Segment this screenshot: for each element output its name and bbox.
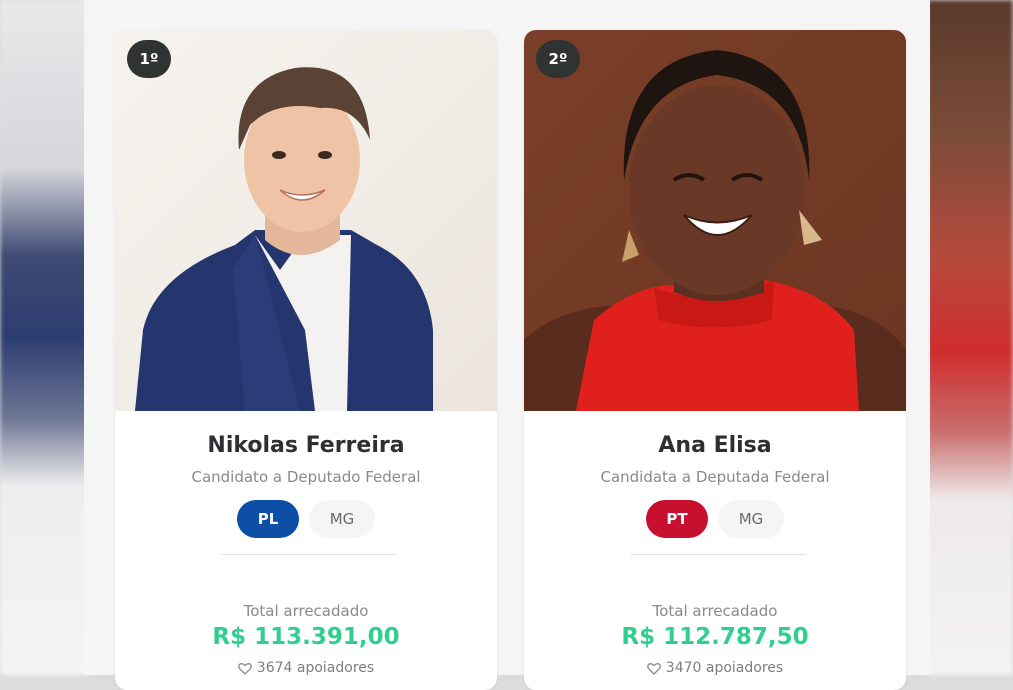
state-badge: MG	[718, 500, 784, 538]
heart-outline-icon	[646, 662, 661, 675]
divider	[630, 554, 806, 555]
blurred-background-right	[927, 0, 1013, 675]
supporters-text: 3674 apoiadores	[256, 660, 375, 676]
candidate-name: Nikolas Ferreira	[207, 433, 405, 458]
supporters-count: 3470 apoiadores	[524, 660, 906, 676]
total-raised-amount: R$ 113.391,00	[212, 624, 400, 650]
candidate-role: Candidato a Deputado Federal	[191, 468, 421, 486]
party-badge: PT	[646, 500, 708, 538]
total-raised-label: Total arrecadado	[652, 602, 778, 620]
total-raised-label: Total arrecadado	[243, 602, 369, 620]
blurred-background-left	[0, 0, 90, 675]
state-badge: MG	[309, 500, 375, 538]
total-raised-amount: R$ 112.787,50	[621, 624, 809, 650]
heart-outline-icon	[237, 662, 252, 675]
candidate-card[interactable]: 2º Ana Elisa Candidata a Deputada Federa…	[524, 30, 906, 690]
rank-badge: 1º	[127, 40, 171, 78]
candidate-name: Ana Elisa	[658, 433, 772, 458]
supporters-text: 3470 apoiadores	[665, 660, 784, 676]
rank-badge: 2º	[536, 40, 580, 78]
divider	[221, 554, 397, 555]
supporters-count: 3674 apoiadores	[115, 660, 497, 676]
candidate-photo: 2º	[524, 30, 906, 411]
candidate-photo: 1º	[115, 30, 497, 411]
candidate-card[interactable]: 1º Nikolas Ferreira Candidato a Deputado…	[115, 30, 497, 690]
party-badge: PL	[237, 500, 299, 538]
candidate-role: Candidata a Deputada Federal	[600, 468, 830, 486]
